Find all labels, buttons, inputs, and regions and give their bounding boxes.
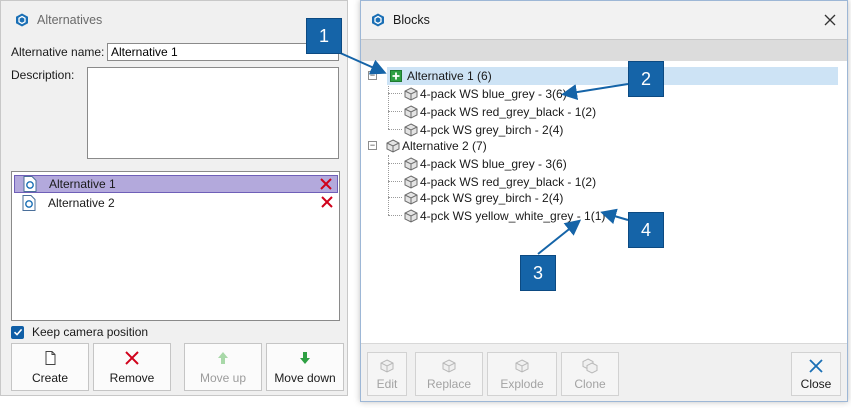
alternatives-window: Alternatives Alternative name: Descripti…: [0, 0, 348, 396]
keep-camera-label: Keep camera position: [32, 325, 149, 339]
close-button[interactable]: Close: [791, 352, 841, 396]
cube-replace-icon: [442, 359, 456, 373]
alternative-name-label: Alternative name:: [11, 45, 105, 59]
checkmark-icon: [13, 328, 22, 336]
tree-node-label: Alternative 2 (7): [402, 139, 487, 153]
blocks-tree[interactable]: − Alternative 1 (6) 4-pack WS blue_grey …: [361, 61, 847, 343]
cube-icon: [404, 157, 418, 171]
tree-leaf-label: 4-pck WS grey_birch - 2(4): [420, 191, 564, 205]
tree-node-label: Alternative 1 (6): [407, 69, 492, 83]
clone-button[interactable]: Clone: [561, 352, 619, 396]
tree-leaf-label: 4-pack WS blue_grey - 3(6): [420, 87, 567, 101]
alternatives-title: Alternatives: [37, 13, 103, 27]
keep-camera-row[interactable]: Keep camera position: [11, 325, 148, 339]
blocks-window: Blocks − Alternative 1 (6) 4-pack WS blu…: [360, 0, 848, 402]
tree-leaf[interactable]: 4-pck WS grey_birch - 2(4): [403, 189, 563, 207]
alternatives-list[interactable]: Alternative 1 Alternative 2: [11, 171, 340, 321]
blocks-titlebar: Blocks: [361, 1, 847, 39]
move-down-button[interactable]: Move down: [266, 343, 344, 391]
tree-leaf-label: 4-pck WS grey_birch - 2(4): [420, 123, 564, 137]
remove-button[interactable]: Remove: [93, 343, 171, 391]
app-logo-icon: [15, 13, 29, 27]
tree-leaf[interactable]: 4-pack WS red_grey_black - 1(2): [403, 103, 596, 121]
list-item-label: Alternative 1: [49, 177, 116, 191]
remove-x-icon: [125, 351, 139, 365]
replace-button[interactable]: Replace: [415, 352, 483, 396]
tree-leaf-label: 4-pack WS blue_grey - 3(6): [420, 157, 567, 171]
new-document-icon: [45, 351, 56, 365]
description-label: Description:: [11, 68, 75, 82]
document-icon: [22, 195, 36, 211]
cube-icon: [404, 105, 418, 119]
alternatives-titlebar: Alternatives: [1, 1, 347, 39]
delete-x-icon[interactable]: [320, 195, 334, 209]
tree-leaf-label: 4-pck WS yellow_white_grey - 1(1): [420, 209, 606, 223]
app-logo-icon: [371, 13, 385, 27]
tree-leaf[interactable]: 4-pack WS blue_grey - 3(6): [403, 85, 567, 103]
explode-button[interactable]: Explode: [487, 352, 557, 396]
cube-icon: [404, 209, 418, 223]
list-item-alternative-1[interactable]: Alternative 1: [14, 175, 338, 193]
close-icon[interactable]: [823, 13, 837, 27]
close-x-icon: [809, 359, 823, 373]
cube-icon: [404, 175, 418, 189]
cube-icon: [404, 123, 418, 137]
replace-button-label: Replace: [426, 377, 472, 391]
callout-badge-3: 3: [520, 255, 556, 291]
edit-button-label: Edit: [376, 377, 398, 391]
green-plus-icon: [390, 70, 402, 82]
cube-explode-icon: [515, 359, 529, 373]
cube-icon: [404, 191, 418, 205]
list-item-label: Alternative 2: [48, 196, 115, 210]
cube-icon: [386, 139, 400, 153]
callout-badge-4: 4: [628, 212, 664, 248]
description-textarea[interactable]: [87, 67, 339, 159]
document-icon: [23, 176, 37, 192]
tree-leaf-label: 4-pack WS red_grey_black - 1(2): [420, 175, 597, 189]
blocks-title: Blocks: [393, 13, 430, 27]
clone-button-label: Clone: [574, 377, 606, 391]
collapse-toggle-icon[interactable]: −: [368, 141, 377, 150]
close-button-label: Close: [800, 377, 832, 391]
create-button[interactable]: Create: [11, 343, 89, 391]
cube-clone-icon: [582, 358, 598, 374]
create-button-label: Create: [31, 371, 69, 385]
tree-node-alternative-1[interactable]: Alternative 1 (6): [387, 67, 838, 85]
move-up-button-label: Move up: [199, 371, 247, 385]
blocks-toolbar: Edit Replace Explode Clone Close: [361, 343, 847, 401]
explode-button-label: Explode: [500, 377, 544, 391]
callout-badge-2: 2: [628, 61, 664, 97]
arrow-down-icon: [300, 352, 310, 364]
callout-badge-1: 1: [306, 18, 342, 54]
cube-edit-icon: [380, 359, 394, 373]
tree-node-alternative-2[interactable]: Alternative 2 (7): [385, 137, 487, 155]
list-item-alternative-2[interactable]: Alternative 2: [14, 194, 338, 212]
arrow-up-icon: [218, 352, 228, 364]
move-up-button[interactable]: Move up: [184, 343, 262, 391]
tree-leaf[interactable]: 4-pck WS yellow_white_grey - 1(1): [403, 207, 605, 225]
blocks-header-strip: [361, 39, 847, 61]
alternative-name-input[interactable]: [107, 43, 339, 61]
move-down-button-label: Move down: [274, 371, 336, 385]
keep-camera-checkbox[interactable]: [11, 325, 24, 339]
remove-button-label: Remove: [109, 371, 155, 385]
edit-button[interactable]: Edit: [367, 352, 407, 396]
tree-leaf[interactable]: 4-pack WS blue_grey - 3(6): [403, 155, 567, 173]
tree-leaf-label: 4-pack WS red_grey_black - 1(2): [420, 105, 597, 119]
delete-x-icon[interactable]: [319, 177, 333, 191]
collapse-toggle-icon[interactable]: −: [368, 71, 377, 80]
cube-icon: [404, 87, 418, 101]
